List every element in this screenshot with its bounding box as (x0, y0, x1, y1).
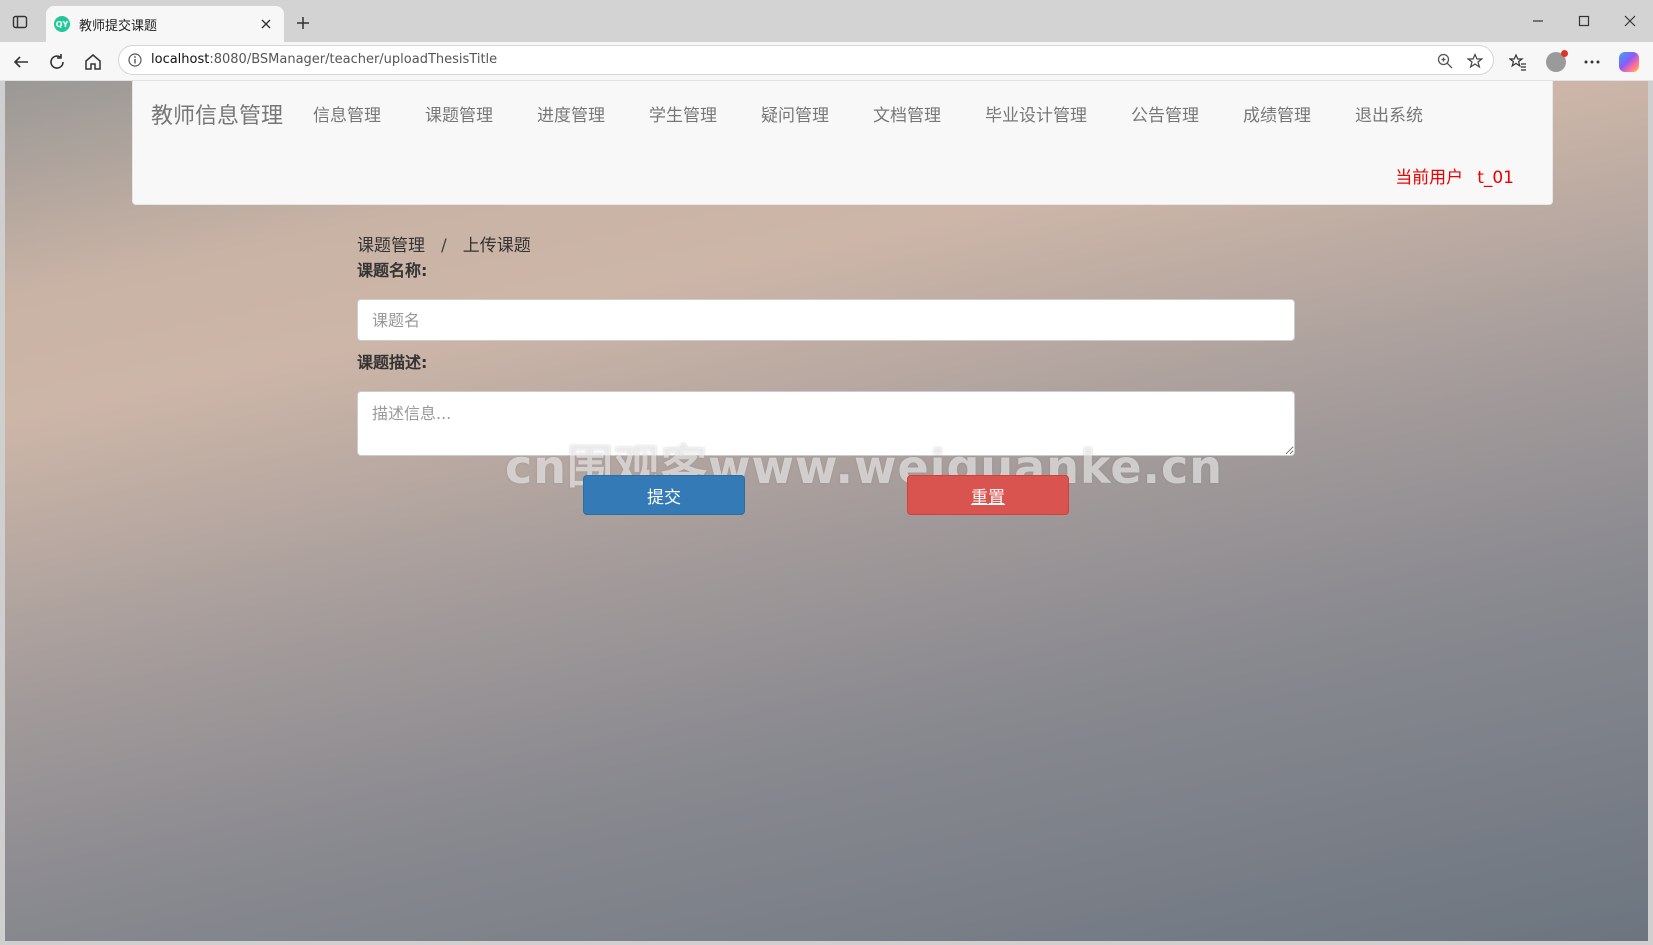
top-navbar: 教师信息管理 信息管理 课题管理 进度管理 学生管理 疑问管理 文档管理 毕业设… (132, 81, 1553, 205)
url-host: localhost (151, 52, 210, 67)
favorites-icon[interactable] (1505, 49, 1531, 75)
breadcrumb-parent[interactable]: 课题管理 (357, 236, 425, 256)
menu-item-student[interactable]: 学生管理 (649, 101, 717, 126)
home-icon[interactable] (80, 49, 106, 75)
sidebar-toggle-icon[interactable] (10, 12, 30, 32)
copilot-icon[interactable] (1616, 49, 1642, 75)
title-input[interactable] (357, 299, 1295, 341)
site-info-icon[interactable] (127, 52, 143, 68)
tab-title: 教师提交课题 (79, 18, 158, 34)
back-icon[interactable] (8, 49, 34, 75)
breadcrumb-separator: / (441, 236, 447, 256)
favorite-star-icon[interactable] (1465, 51, 1485, 71)
current-user: 当前用户 t_01 (1395, 163, 1514, 188)
navbar-brand[interactable]: 教师信息管理 (151, 98, 283, 130)
more-options-icon[interactable] (1579, 49, 1605, 75)
current-user-name: t_01 (1477, 168, 1514, 188)
profile-avatar[interactable] (1543, 49, 1569, 75)
maximize-icon[interactable] (1561, 0, 1607, 42)
menu-item-document[interactable]: 文档管理 (873, 101, 941, 126)
new-tab-icon[interactable] (292, 12, 314, 34)
submit-button[interactable]: 提交 (583, 475, 745, 515)
menu-item-announcement[interactable]: 公告管理 (1131, 101, 1199, 126)
address-bar[interactable]: localhost:8080/BSManager/teacher/uploadT… (118, 45, 1494, 75)
reset-button[interactable]: 重置 (907, 475, 1069, 515)
close-window-icon[interactable] (1607, 0, 1653, 42)
title-label: 课题名称: (357, 261, 428, 280)
favicon-icon: QY (54, 16, 70, 32)
menu-item-logout[interactable]: 退出系统 (1355, 101, 1423, 126)
browser-titlebar: QY 教师提交课题 (0, 0, 1653, 42)
refresh-icon[interactable] (44, 49, 70, 75)
breadcrumb-current: 上传课题 (462, 236, 531, 256)
menu-item-question[interactable]: 疑问管理 (761, 101, 829, 126)
description-label: 课题描述: (357, 353, 428, 372)
menu-item-grades[interactable]: 成绩管理 (1243, 101, 1311, 126)
menu-item-topic[interactable]: 课题管理 (425, 101, 493, 126)
menu-item-graduation-design[interactable]: 毕业设计管理 (985, 101, 1087, 126)
copilot-logo (1619, 52, 1639, 72)
window-controls (1515, 0, 1653, 42)
url-text[interactable]: localhost:8080/BSManager/teacher/uploadT… (151, 52, 497, 67)
menu-item-progress[interactable]: 进度管理 (537, 101, 605, 126)
description-textarea[interactable] (357, 391, 1295, 456)
breadcrumb: 课题管理 / 上传课题 (357, 231, 531, 256)
minimize-icon[interactable] (1515, 0, 1561, 42)
menu-item-info[interactable]: 信息管理 (313, 101, 381, 126)
close-tab-icon[interactable] (256, 14, 276, 34)
avatar-icon (1546, 50, 1568, 72)
browser-toolbar: localhost:8080/BSManager/teacher/uploadT… (0, 42, 1653, 81)
browser-tab[interactable]: QY 教师提交课题 (46, 6, 284, 42)
zoom-icon[interactable] (1435, 51, 1455, 71)
current-user-label: 当前用户 (1395, 168, 1464, 188)
navbar-menu: 信息管理 课题管理 进度管理 学生管理 疑问管理 文档管理 毕业设计管理 公告管… (313, 101, 1467, 126)
page-viewport: 教师信息管理 信息管理 课题管理 进度管理 学生管理 疑问管理 文档管理 毕业设… (5, 81, 1648, 941)
url-path: :8080/BSManager/teacher/uploadThesisTitl… (209, 52, 498, 67)
